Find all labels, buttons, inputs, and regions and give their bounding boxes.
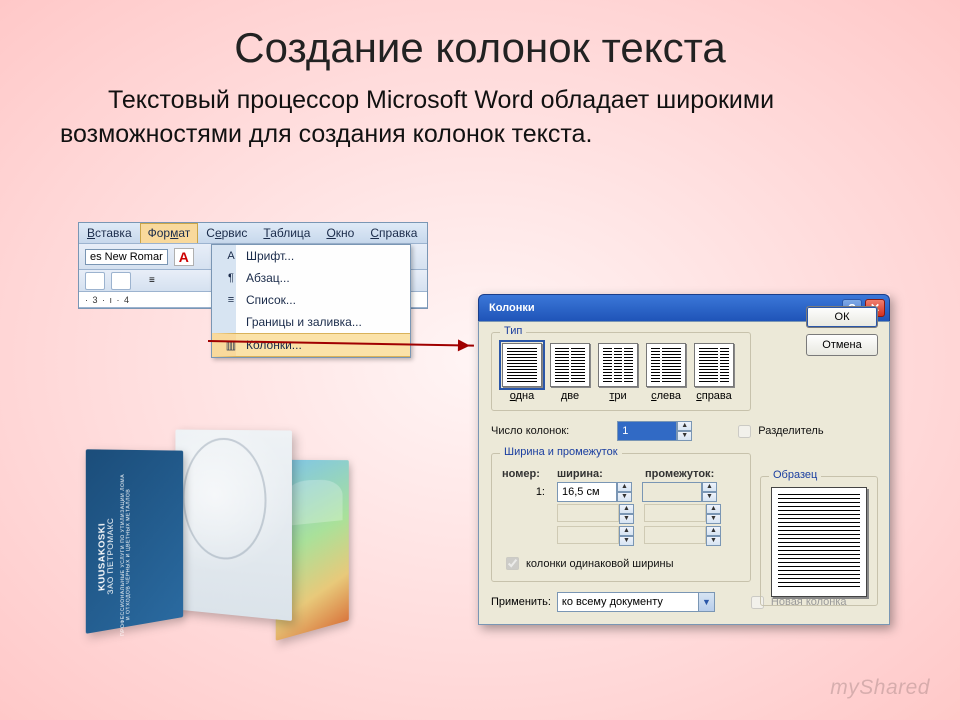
slide-title: Создание колонок текста xyxy=(0,0,960,72)
chevron-down-icon[interactable]: ▼ xyxy=(698,593,714,611)
dialog-title: Колонки xyxy=(489,302,535,314)
menu-help[interactable]: Справка xyxy=(362,223,425,243)
spin-down-icon[interactable]: ▼ xyxy=(677,431,692,441)
menu-table[interactable]: Таблица xyxy=(255,223,318,243)
apply-combo[interactable]: ▼ xyxy=(557,592,715,612)
watermark: myShared xyxy=(830,676,930,700)
num-cols-input[interactable] xyxy=(617,421,677,441)
group-tip-legend: Тип xyxy=(500,325,526,337)
preview-page xyxy=(771,487,867,597)
apply-value[interactable] xyxy=(558,594,698,610)
type-справа[interactable]: справа xyxy=(694,343,734,402)
equal-width-checkbox[interactable]: колонки одинаковой ширины xyxy=(502,554,674,573)
list-icon: ≡ xyxy=(224,294,238,306)
menu-insert[interactable]: Вставка xyxy=(79,223,140,243)
word-menubar[interactable]: Вставка Формат Сервис Таблица Окно Справ… xyxy=(79,223,427,244)
apply-label: Применить: xyxy=(491,596,551,608)
type-три[interactable]: три xyxy=(598,343,638,402)
group-width-legend: Ширина и промежуток xyxy=(500,446,622,458)
hdr-num: номер: xyxy=(502,468,547,480)
row1-width-input[interactable] xyxy=(557,482,617,502)
row1-gap-spin[interactable]: ▲▼ xyxy=(642,482,717,502)
type-слева[interactable]: слева xyxy=(646,343,686,402)
menu-item-paragraph[interactable]: ¶Абзац... xyxy=(212,267,410,289)
font-combo[interactable]: es New Romar xyxy=(85,249,168,265)
hdr-gap: промежуток: xyxy=(645,468,735,480)
word-menu-snippet: Вставка Формат Сервис Таблица Окно Справ… xyxy=(78,222,428,309)
menu-format[interactable]: Формат xyxy=(140,223,199,243)
row1-gap-input[interactable] xyxy=(642,482,702,502)
menu-item-font[interactable]: AШрифт... xyxy=(212,245,410,267)
menu-window[interactable]: Окно xyxy=(318,223,362,243)
toolbar-btn[interactable] xyxy=(85,272,105,290)
columns-dialog: Колонки ? ✕ ОК Отмена Тип однадветрислев… xyxy=(478,294,890,625)
spin-up-icon[interactable]: ▲ xyxy=(677,421,692,431)
hdr-width: ширина: xyxy=(557,468,635,480)
preview-legend: Образец xyxy=(769,469,821,481)
preview-group: Образец xyxy=(760,476,878,606)
row1-width-spin[interactable]: ▲▼ xyxy=(557,482,632,502)
paragraph-icon: ¶ xyxy=(224,272,238,284)
num-cols-spinner[interactable]: ▲▼ xyxy=(617,421,692,441)
menu-item-list[interactable]: ≡Список... xyxy=(212,289,410,311)
ok-button[interactable]: ОК xyxy=(806,306,878,328)
toolbar-btn[interactable] xyxy=(111,272,131,290)
num-cols-label: Число колонок: xyxy=(491,425,569,437)
slide-body: Текстовый процессор Microsoft Word облад… xyxy=(60,84,900,152)
separator-checkbox[interactable]: Разделитель xyxy=(734,422,823,441)
type-одна[interactable]: одна xyxy=(502,343,542,402)
row1-num: 1: xyxy=(502,486,547,498)
brochure-image: KUUSAKOSKI ЗАО ПЕТРОМАКС ПРОФЕССИОНАЛЬНЫ… xyxy=(82,420,342,650)
font-a-icon[interactable]: A xyxy=(174,248,194,266)
menu-item-borders[interactable]: Границы и заливка... xyxy=(212,311,410,333)
font-icon: A xyxy=(224,250,238,262)
menu-service[interactable]: Сервис xyxy=(198,223,255,243)
type-две[interactable]: две xyxy=(550,343,590,402)
cancel-button[interactable]: Отмена xyxy=(806,334,878,356)
